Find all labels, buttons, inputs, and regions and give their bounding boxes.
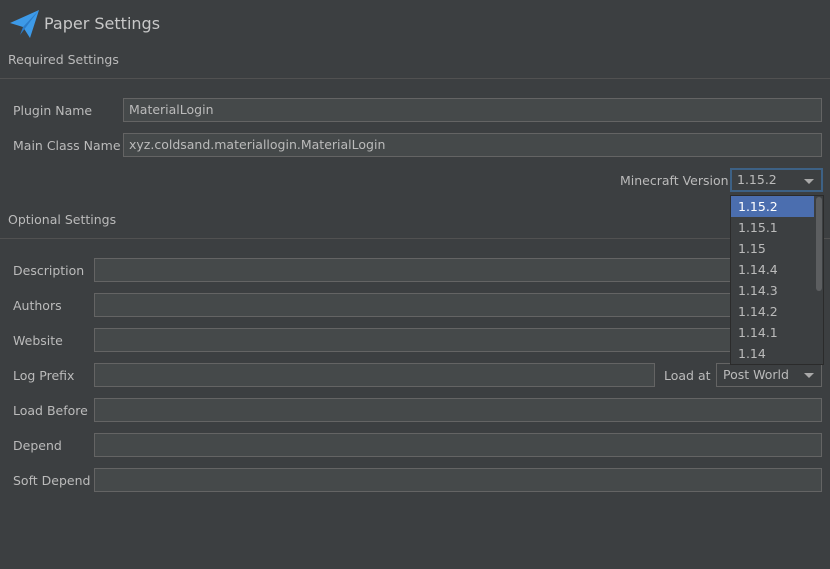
version-option[interactable]: 1.15.1 (731, 217, 809, 238)
optional-settings-heading: Optional Settings (8, 212, 117, 227)
log-prefix-label: Log Prefix (13, 368, 75, 383)
website-field[interactable] (94, 328, 822, 352)
main-class-name-label: Main Class Name (13, 138, 121, 153)
chevron-down-icon[interactable] (804, 179, 814, 184)
website-label: Website (13, 333, 63, 348)
minecraft-version-value: 1.15.2 (737, 172, 777, 187)
plugin-name-field[interactable]: MaterialLogin (123, 98, 822, 122)
version-option[interactable]: 1.15 (731, 238, 809, 259)
window-title: Paper Settings (44, 14, 161, 33)
load-at-value: Post World (723, 367, 789, 382)
main-class-name-field[interactable]: xyz.coldsand.materiallogin.MaterialLogin (123, 133, 822, 157)
version-option[interactable]: 1.14.2 (731, 301, 809, 322)
version-option[interactable]: 1.14.3 (731, 280, 809, 301)
description-label: Description (13, 263, 85, 278)
plugin-name-label: Plugin Name (13, 103, 93, 118)
soft-depend-field[interactable] (94, 468, 822, 492)
minecraft-version-label: Minecraft Version (620, 173, 729, 188)
load-at-dropdown[interactable]: Post World (716, 363, 822, 387)
depend-label: Depend (13, 438, 62, 453)
version-option[interactable]: 1.15.2 (731, 196, 814, 217)
authors-label: Authors (13, 298, 62, 313)
separator (0, 78, 830, 79)
popup-scrollbar[interactable] (816, 197, 822, 291)
version-option[interactable]: 1.14.4 (731, 259, 809, 280)
log-prefix-field[interactable] (94, 363, 655, 387)
separator (0, 238, 830, 239)
chevron-down-icon[interactable] (804, 373, 814, 378)
description-field[interactable] (94, 258, 822, 282)
minecraft-version-popup: 1.15.2 1.15.1 1.15 1.14.4 1.14.3 1.14.2 … (730, 195, 824, 365)
version-option[interactable]: 1.14 (731, 343, 809, 364)
soft-depend-label: Soft Depend (13, 473, 91, 488)
depend-field[interactable] (94, 433, 822, 457)
minecraft-version-dropdown[interactable]: 1.15.2 (730, 168, 823, 192)
load-before-field[interactable] (94, 398, 822, 422)
paper-plane-icon (10, 10, 39, 38)
authors-field[interactable] (94, 293, 822, 317)
load-before-label: Load Before (13, 403, 88, 418)
required-settings-heading: Required Settings (8, 52, 119, 67)
version-option[interactable]: 1.14.1 (731, 322, 809, 343)
load-at-label: Load at (664, 368, 711, 383)
